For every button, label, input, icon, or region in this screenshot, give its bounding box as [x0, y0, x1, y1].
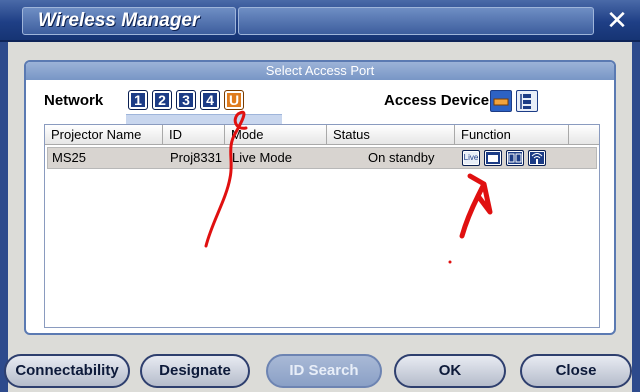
connectability-button[interactable]: Connectability — [4, 354, 130, 388]
table-header: Projector Name ID Mode Status Function — [45, 125, 599, 145]
wireless-icon-glyph — [520, 94, 531, 109]
lan-icon[interactable] — [490, 90, 512, 112]
panel-header: Select Access Port — [26, 62, 614, 80]
title-bar: Wireless Manager ✕ — [0, 0, 640, 42]
wireless-icon[interactable] — [516, 90, 538, 112]
lan-icon-glyph — [493, 98, 509, 106]
wireless-signal-icon-glyph — [531, 153, 543, 164]
column-header-function[interactable]: Function — [455, 125, 569, 145]
network-button-u[interactable]: U — [224, 90, 244, 110]
window-left-border — [0, 42, 8, 392]
cell-status: On standby — [368, 150, 435, 165]
select-access-port-panel: Select Access Port Network 1 2 3 4 U Acc… — [24, 60, 616, 335]
network-button-3[interactable]: 3 — [176, 90, 196, 110]
wireless-signal-icon[interactable] — [528, 150, 546, 166]
multi-live-icon[interactable] — [506, 150, 524, 166]
column-header-id[interactable]: ID — [163, 125, 225, 145]
network-label: Network — [44, 92, 104, 109]
close-button[interactable]: Close — [520, 354, 632, 388]
multi-live-icon-glyph — [508, 153, 522, 163]
cell-projector-name: MS25 — [52, 150, 86, 165]
display-icon[interactable] — [484, 150, 502, 166]
cell-id: Proj8331 — [170, 150, 223, 165]
column-header-status[interactable]: Status — [327, 125, 455, 145]
ok-button[interactable]: OK — [394, 354, 506, 388]
close-icon[interactable]: ✕ — [600, 6, 634, 36]
window-right-border — [632, 42, 640, 392]
projector-table: Projector Name ID Mode Status Function M… — [44, 124, 600, 328]
column-header-projector-name[interactable]: Projector Name — [45, 125, 163, 145]
id-search-button[interactable]: ID Search — [266, 354, 382, 388]
column-header-mode[interactable]: Mode — [225, 125, 327, 145]
live-icon[interactable]: Live — [462, 150, 480, 166]
wireless-manager-window: Wireless Manager ✕ Select Access Port Ne… — [0, 0, 640, 392]
designate-button[interactable]: Designate — [140, 354, 250, 388]
network-button-4[interactable]: 4 — [200, 90, 220, 110]
title-bar-fill — [238, 7, 594, 35]
network-selector-bar — [126, 114, 282, 124]
access-device-label: Access Device — [384, 92, 490, 109]
cell-mode: Live Mode — [232, 150, 292, 165]
network-button-2[interactable]: 2 — [152, 90, 172, 110]
table-row[interactable]: MS25 Proj8331 Live Mode On standby Live — [47, 147, 597, 169]
window-title: Wireless Manager — [38, 10, 200, 31]
column-header-filler — [569, 125, 599, 145]
network-button-1[interactable]: 1 — [128, 90, 148, 110]
display-icon-glyph — [488, 155, 498, 162]
